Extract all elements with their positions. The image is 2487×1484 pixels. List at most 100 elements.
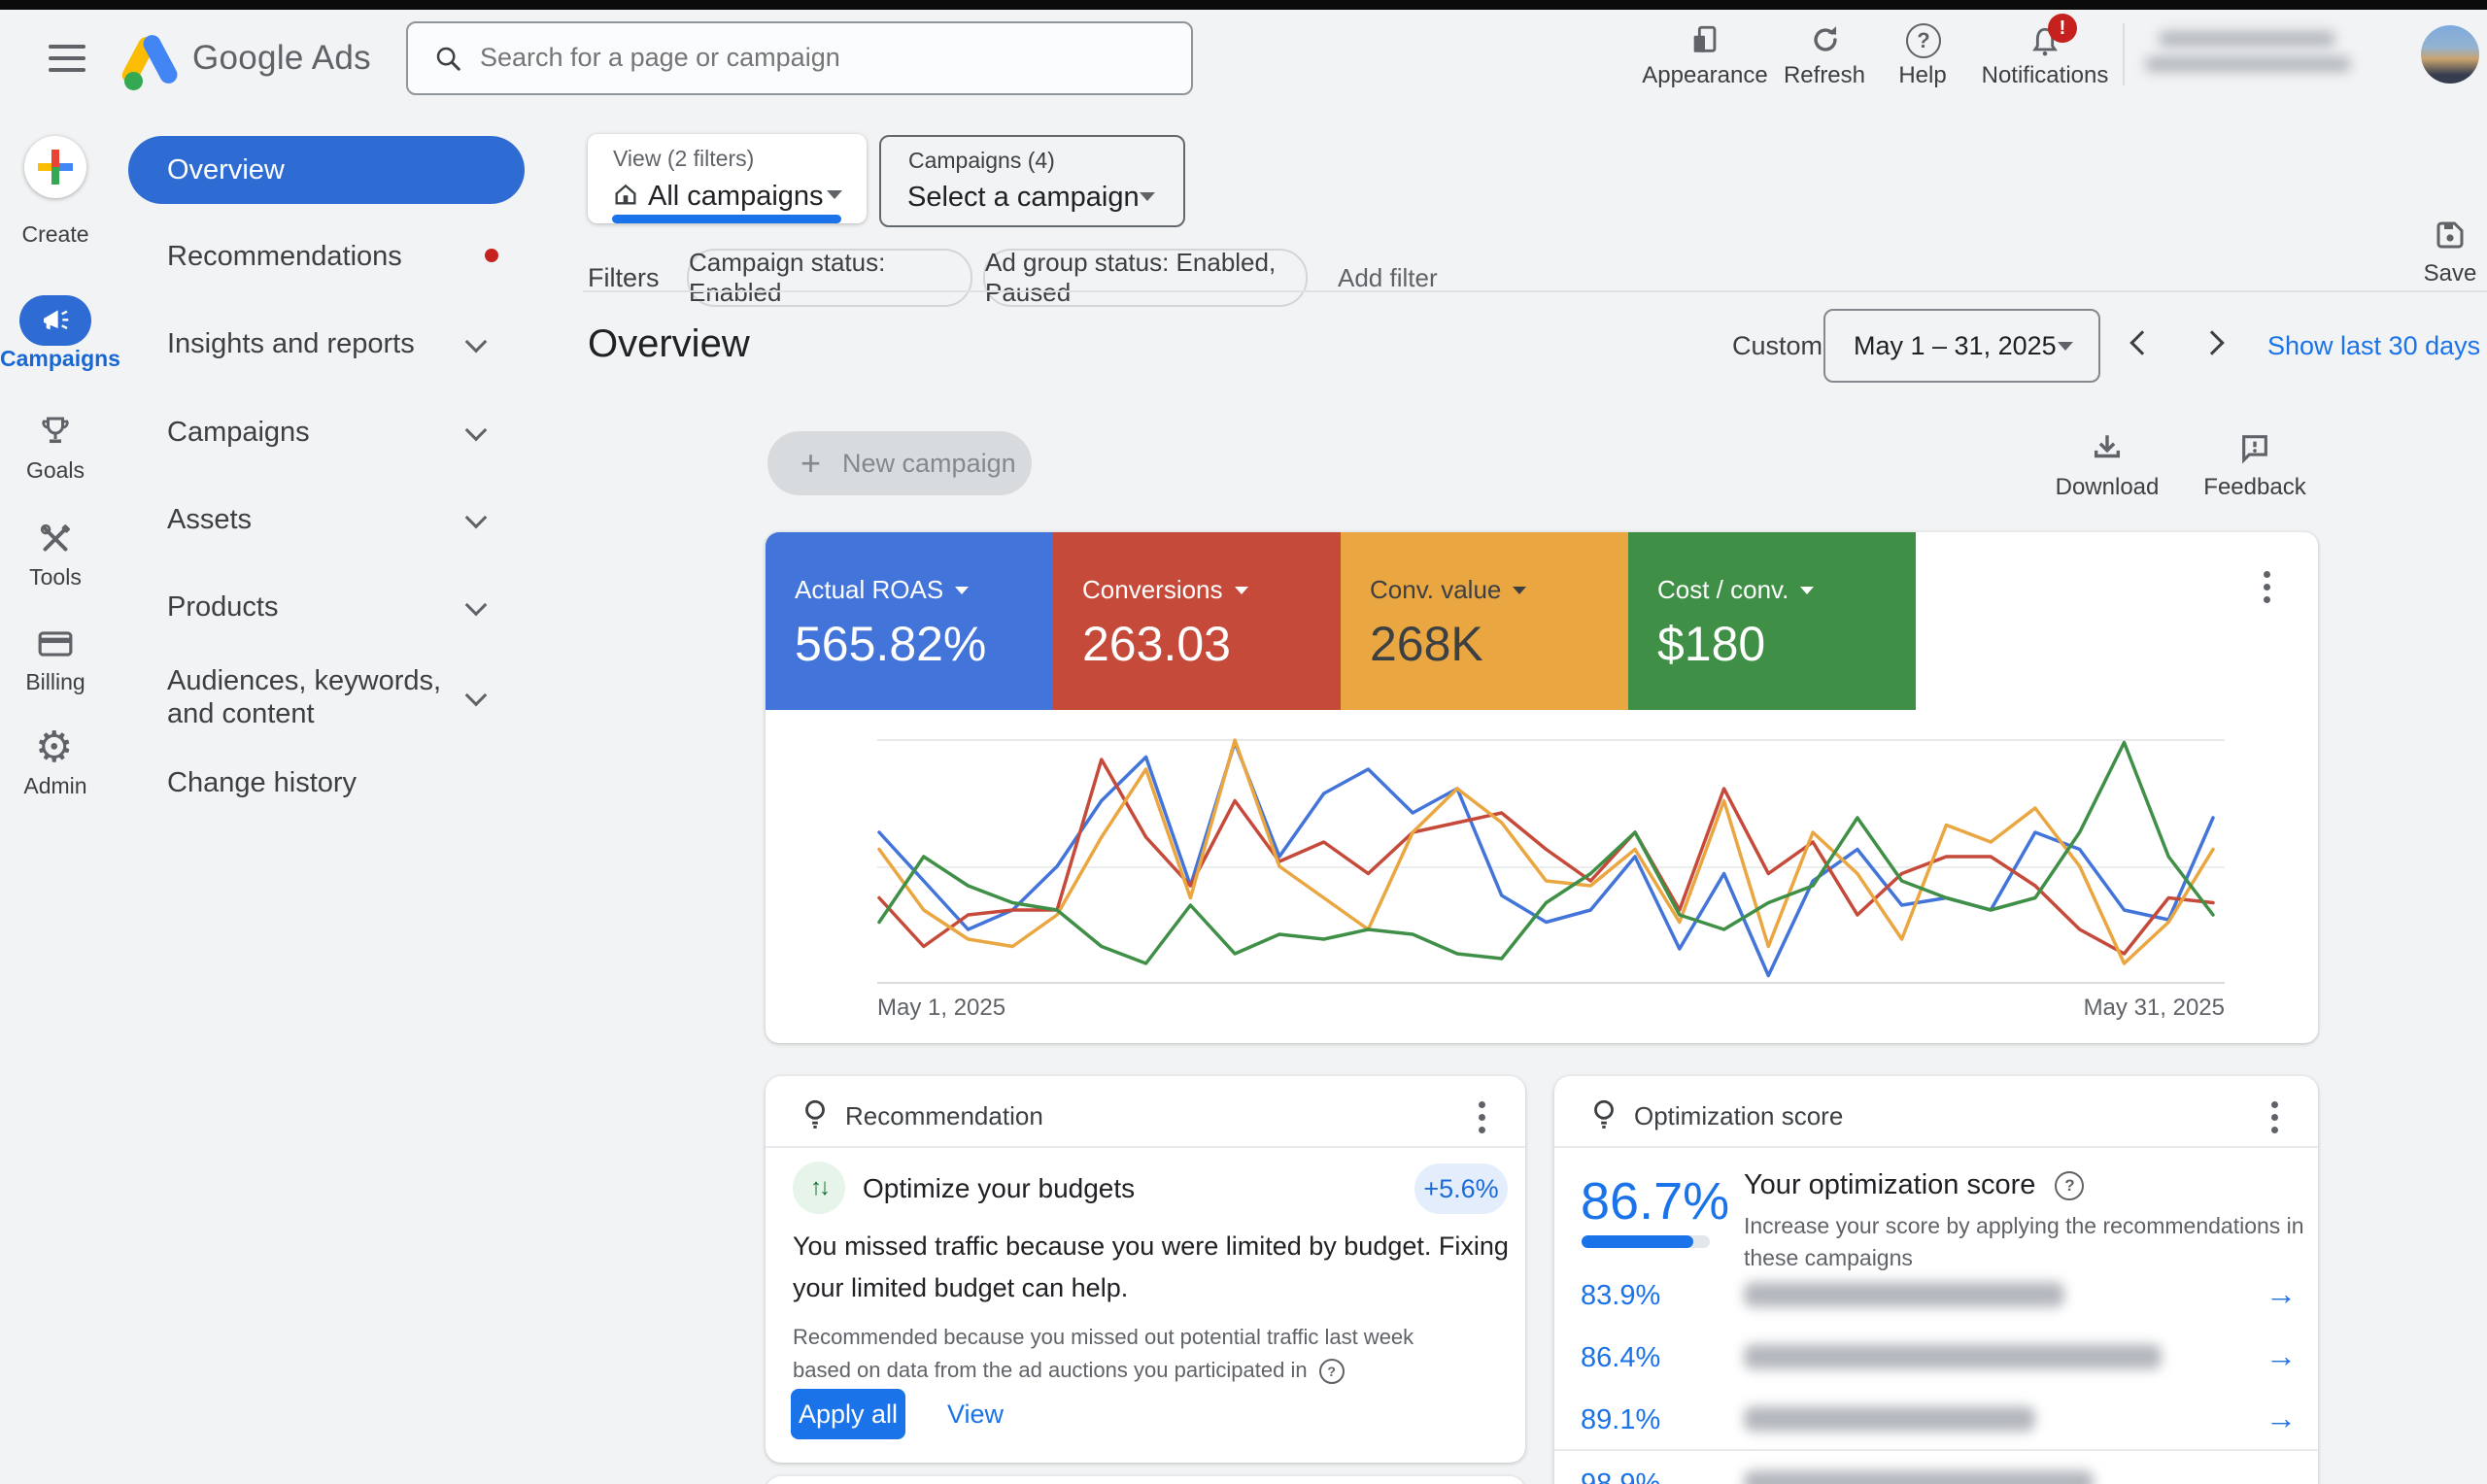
nav-item-overview-label: Overview	[167, 153, 285, 186]
topbar-action-refresh[interactable]: Refresh	[1766, 17, 1883, 97]
scorecard-conv-value[interactable]: Conv. value 268K	[1341, 532, 1628, 710]
sidebar-item-billing[interactable]: Billing	[0, 624, 111, 706]
global-search[interactable]	[406, 21, 1193, 95]
chart-card-menu[interactable]	[2260, 567, 2274, 607]
help-circle-icon[interactable]: ?	[1318, 1359, 1345, 1385]
optimization-score-card: Optimization score 86.7% Your optimizati…	[1554, 1076, 2318, 1484]
nav-item-insights-and-reports[interactable]: Insights and reports	[128, 326, 525, 365]
arrow-right-icon[interactable]: →	[2266, 1400, 2297, 1436]
recommendation-card: Recommendation ↑↓ Optimize your budgets …	[766, 1076, 1525, 1463]
campaign-selector[interactable]: Campaigns (4) Select a campaign	[879, 135, 1185, 227]
recommendation-card-menu-dots[interactable]	[1475, 1097, 1489, 1137]
optimization-card-menu[interactable]	[2267, 1097, 2282, 1137]
account-id-redacted	[2159, 31, 2335, 47]
view-selector[interactable]: View (2 filters) All campaigns	[588, 134, 867, 223]
feedback-button[interactable]: Feedback	[2197, 431, 2313, 507]
google-ads-logo-icon	[119, 29, 185, 91]
topbar-divider	[2123, 23, 2125, 85]
arrow-right-icon[interactable]: →	[2266, 1338, 2297, 1374]
campaign-selector-label: Campaigns (4)	[908, 148, 1055, 173]
nav-item-change-history[interactable]: Change history	[128, 765, 525, 804]
product-name: Google Ads	[192, 39, 371, 77]
refresh-icon	[1809, 23, 1842, 61]
nav-item-campaigns[interactable]: Campaigns	[128, 415, 525, 454]
scorecard-actual-roas[interactable]: Actual ROAS 565.82%	[766, 532, 1053, 710]
sidebar-item-campaigns-label: Campaigns	[0, 346, 120, 371]
create-plus-icon	[38, 150, 73, 185]
dropdown-caret-icon	[1140, 192, 1155, 201]
page-title: Overview	[588, 322, 750, 365]
search-icon	[433, 44, 462, 78]
date-range-selector[interactable]: May 1 – 31, 2025	[1823, 309, 2100, 383]
scorecard-conversions[interactable]: Conversions 263.03	[1053, 532, 1341, 710]
save-view-button[interactable]: Save	[2400, 218, 2487, 291]
optimization-card-title: Optimization score	[1634, 1101, 1844, 1130]
view-button[interactable]: View	[927, 1389, 1024, 1439]
sidebar-item-campaigns[interactable]	[19, 295, 91, 346]
metric-caret-icon	[1234, 586, 1248, 594]
nav-item-audiences[interactable]: Audiences, keywords, and content	[128, 662, 525, 740]
sidebar-item-goals[interactable]: Goals	[0, 413, 111, 494]
scorecard-cost-per-conv[interactable]: Cost / conv. $180	[1628, 532, 1916, 710]
nav-item-recommendations[interactable]: Recommendations	[128, 239, 525, 278]
nav-item-products[interactable]: Products	[128, 590, 525, 628]
row-divider	[1554, 1449, 2318, 1451]
help-icon: ?	[1906, 23, 1941, 58]
chart-x-end-label: May 31, 2025	[2083, 995, 2225, 1021]
row-score: 86.4%	[1581, 1342, 1661, 1373]
download-button[interactable]: Download	[2049, 431, 2165, 507]
topbar-action-notifications[interactable]: ! Notifications	[1962, 14, 2128, 97]
optimization-progress-fill	[1582, 1235, 1693, 1248]
nav-item-overview[interactable]: Overview	[128, 136, 525, 204]
topbar-action-help[interactable]: ? Help	[1879, 17, 1966, 97]
arrow-right-icon[interactable]: →	[2266, 1465, 2297, 1484]
show-last-30-days-link[interactable]: Show last 30 days	[2267, 331, 2480, 361]
optimization-row[interactable]: 83.9% →	[1554, 1272, 2318, 1334]
optimization-progress-track	[1582, 1235, 1710, 1248]
google-ads-app: Google Ads Appearance Refresh ? Help	[0, 0, 2487, 1484]
recommendation-description: Recommended because you missed out poten…	[793, 1321, 1473, 1387]
arrow-right-icon[interactable]: →	[2266, 1276, 2297, 1312]
topbar-action-appearance[interactable]: Appearance	[1632, 17, 1778, 97]
add-filter-button[interactable]: Add filter	[1338, 263, 1438, 293]
redacted-campaign-name	[1744, 1470, 2094, 1484]
metric-caret-icon	[1513, 586, 1527, 594]
new-campaign-button[interactable]: + New campaign	[767, 431, 1032, 495]
topbar: Google Ads Appearance Refresh ? Help	[0, 10, 2487, 117]
uplift-badge: +5.6%	[1414, 1164, 1508, 1214]
sidebar-item-create-label: Create	[21, 221, 89, 247]
help-circle-icon[interactable]: ?	[2055, 1171, 2085, 1201]
screen-top-strip	[0, 0, 2487, 10]
card-header-divider	[1554, 1146, 2318, 1148]
feedback-icon	[2238, 431, 2271, 469]
dropdown-caret-icon	[827, 190, 842, 199]
new-campaign-label: New campaign	[842, 448, 1016, 478]
filter-chip-campaign-status[interactable]: Campaign status: Enabled	[687, 248, 972, 307]
create-button[interactable]	[24, 136, 86, 198]
nav-item-assets[interactable]: Assets	[128, 502, 525, 541]
main-menu-icon[interactable]	[49, 43, 85, 72]
metric-caret-icon	[1800, 586, 1815, 594]
megaphone-icon	[40, 305, 71, 341]
search-input[interactable]	[478, 29, 1162, 85]
filter-chip-ad-group-status[interactable]: Ad group status: Enabled, Paused	[983, 248, 1308, 307]
previous-date-range-button[interactable]	[2129, 330, 2155, 355]
sidebar-item-tools[interactable]: Tools	[0, 520, 111, 601]
left-rail: Create Campaigns Goals Tools Billing ⚙ A…	[0, 117, 120, 1484]
optimization-row[interactable]: 86.4% →	[1554, 1334, 2318, 1397]
scorecard-value: 565.82%	[795, 617, 987, 671]
avatar[interactable]	[2421, 25, 2479, 84]
gear-icon: ⚙	[35, 724, 74, 771]
next-date-range-button[interactable]	[2199, 330, 2225, 355]
optimize-budgets-icon: ↑↓	[793, 1162, 845, 1214]
recommendation-item-title[interactable]: Optimize your budgets	[863, 1173, 1135, 1204]
optimization-row[interactable]: 98.9% →	[1554, 1461, 2318, 1484]
view-selected-underline	[612, 215, 841, 223]
credit-card-icon	[37, 628, 74, 664]
date-mode-label: Custom	[1732, 331, 1823, 360]
metric-caret-icon	[955, 586, 970, 594]
sidebar-item-admin[interactable]: ⚙ Admin	[0, 724, 111, 810]
up-down-arrows-icon: ↑↓	[810, 1174, 831, 1200]
row-score: 83.9%	[1581, 1280, 1661, 1311]
apply-all-button[interactable]: Apply all	[791, 1389, 905, 1439]
